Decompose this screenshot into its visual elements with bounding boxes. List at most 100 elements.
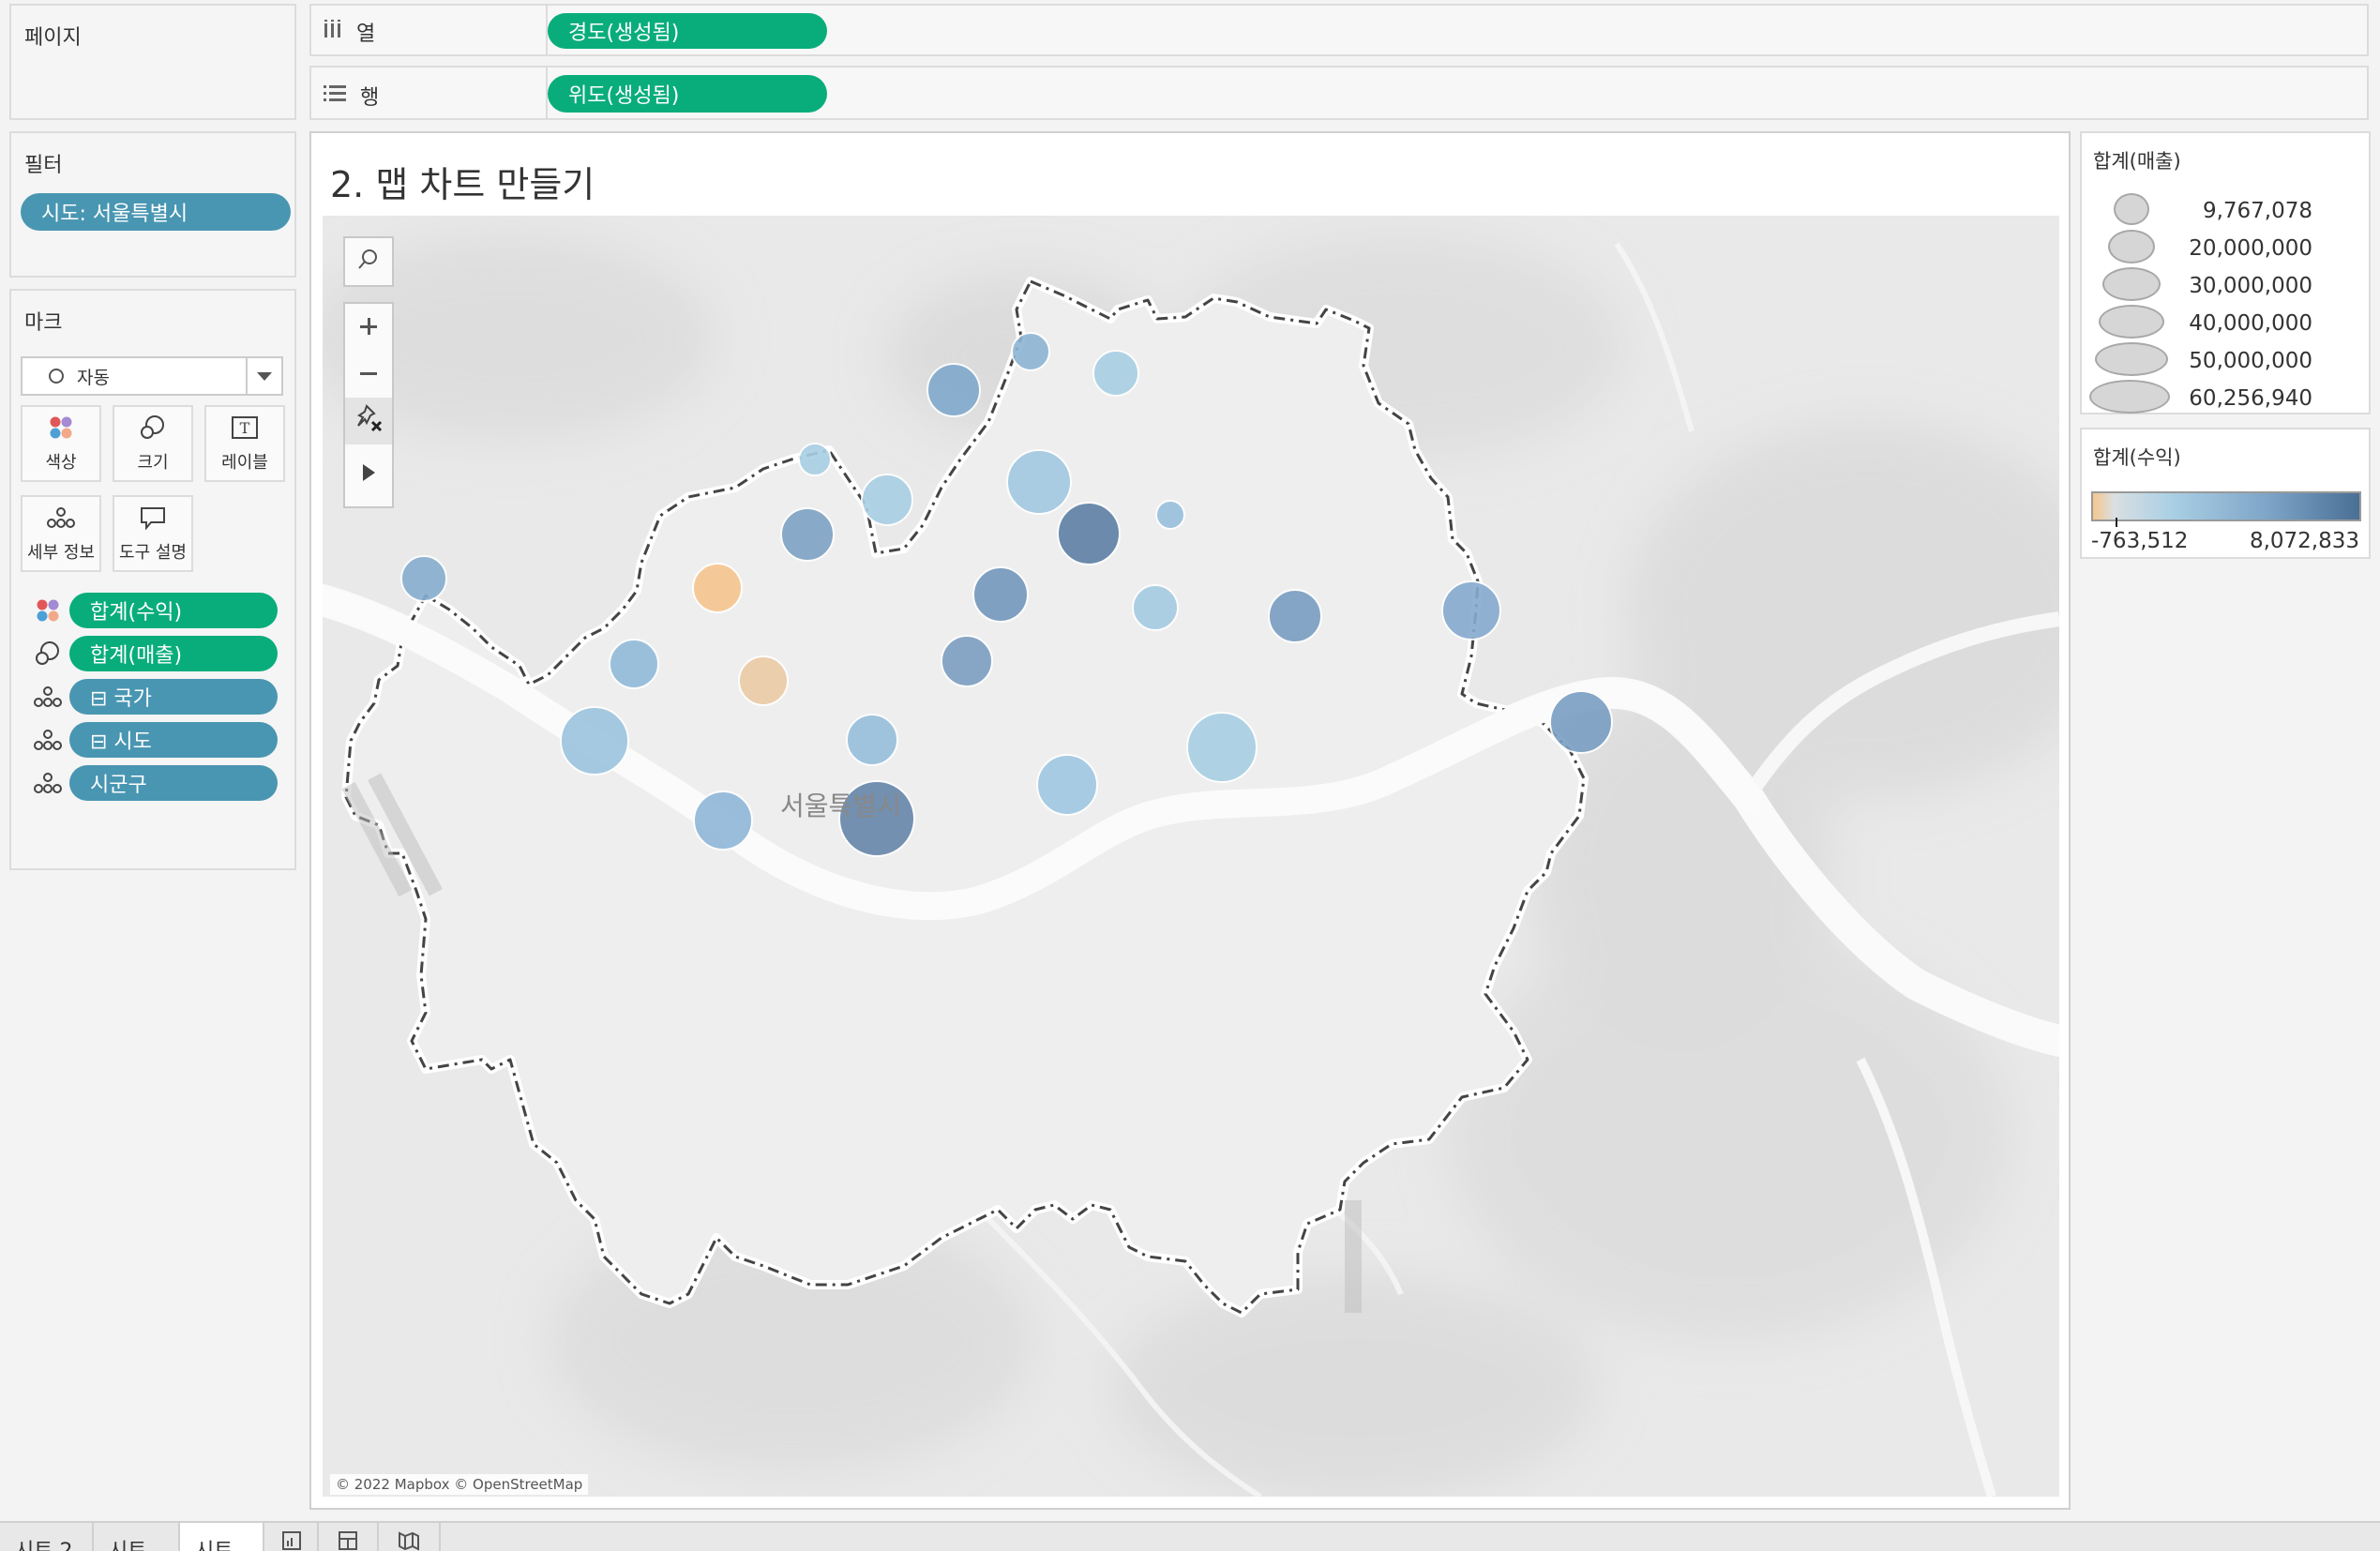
map-canvas[interactable]: 서울특별시 © 2022 Mapbox © OpenStreetMap — [323, 216, 2059, 1497]
label-button[interactable]: T 레이블 — [204, 405, 285, 482]
map-graphic[interactable] — [323, 216, 2059, 1497]
size-circle-icon — [2089, 380, 2170, 414]
detail-button[interactable]: 세부 정보 — [21, 495, 101, 572]
worksheet-view: 2. 맵 차트 만들기 서울특별시 © 2022 Mapbox © OpenSt… — [309, 131, 2071, 1510]
size-circle-icon — [2114, 193, 2149, 225]
field-pill-profit[interactable]: 합계(수익) — [69, 593, 278, 628]
new-dashboard-icon — [338, 1531, 358, 1551]
search-icon — [356, 246, 381, 279]
size-icon — [32, 640, 64, 668]
new-dashboard-tab[interactable] — [319, 1523, 379, 1551]
dropdown-divider — [246, 358, 248, 394]
color-legend-title: 합계(수익) — [2093, 446, 2181, 469]
color-button[interactable]: 색상 — [21, 405, 101, 482]
detail-icon — [45, 504, 77, 532]
size-button-label: 크기 — [137, 453, 169, 473]
rows-shelf[interactable]: 행 위도(생성됨) — [309, 66, 2369, 120]
color-icon — [32, 596, 64, 625]
minus-icon — [358, 358, 379, 391]
tooltip-button[interactable]: 도구 설명 — [113, 495, 193, 572]
columns-shelf-label: 열 — [323, 17, 375, 47]
svg-text:T: T — [240, 419, 250, 437]
mark-type-value: 자동 — [77, 367, 110, 388]
marks-title: 마크 — [24, 311, 63, 335]
detail-icon — [32, 683, 64, 711]
detail-icon — [32, 726, 64, 754]
tab-sheet-2[interactable]: 시트 2 — [0, 1523, 94, 1551]
size-legend-item: 40,000,000 — [2087, 304, 2312, 339]
size-legend-value: 30,000,000 — [2189, 274, 2312, 298]
size-legend-value: 50,000,000 — [2189, 349, 2312, 373]
plus-icon — [358, 311, 379, 344]
tab-sheet-4[interactable]: 시트 4 — [180, 1523, 264, 1551]
chevron-down-icon — [257, 372, 272, 381]
map-search-button[interactable] — [343, 236, 394, 287]
longitude-pill[interactable]: 경도(생성됨) — [548, 13, 827, 49]
zoom-out-button[interactable] — [345, 351, 392, 398]
size-circle-icon — [2099, 305, 2164, 339]
tooltip-button-label: 도구 설명 — [119, 543, 187, 563]
columns-label: 열 — [356, 23, 376, 46]
size-legend-value: 20,000,000 — [2189, 236, 2312, 261]
color-legend-max: 8,072,833 — [2249, 529, 2359, 553]
zoom-in-button[interactable] — [345, 304, 392, 351]
size-legend-item: 9,767,078 — [2087, 191, 2312, 227]
field-pill-sido[interactable]: ⊟ 시도 — [69, 722, 278, 758]
expand-toolbar-button[interactable] — [345, 444, 392, 501]
map-region-label: 서울특별시 — [780, 791, 901, 821]
unpin-map-button[interactable] — [345, 398, 392, 444]
view-title: 2. 맵 차트 만들기 — [330, 164, 595, 205]
rows-label: 행 — [360, 86, 380, 110]
field-pill-country[interactable]: ⊟ 국가 — [69, 679, 278, 715]
size-legend-item: 50,000,000 — [2087, 341, 2312, 377]
columns-shelf[interactable]: 열 경도(생성됨) — [309, 4, 2369, 56]
size-circle-icon — [2108, 230, 2155, 264]
detail-button-label: 세부 정보 — [27, 543, 95, 563]
latitude-pill[interactable]: 위도(생성됨) — [548, 75, 827, 113]
play-arrow-icon — [362, 464, 375, 481]
detail-icon — [32, 769, 64, 797]
size-legend-value: 9,767,078 — [2202, 199, 2312, 223]
size-legend-title: 합계(매출) — [2093, 150, 2181, 173]
filters-panel: 필터 시도: 서울특별시 — [9, 131, 296, 278]
pages-panel: 페이지 — [9, 4, 296, 120]
new-worksheet-tab[interactable] — [264, 1523, 319, 1551]
color-icon — [45, 414, 77, 442]
label-button-label: 레이블 — [221, 453, 268, 473]
zero-marker — [2116, 518, 2117, 527]
columns-icon — [323, 19, 343, 45]
size-circle-icon — [2095, 342, 2168, 376]
unpin-icon — [354, 402, 384, 440]
tab-sheet-3[interactable]: 시트 3 — [94, 1523, 180, 1551]
size-button[interactable]: 크기 — [113, 405, 193, 482]
field-pill-sigungu[interactable]: 시군구 — [69, 765, 278, 801]
rows-icon — [323, 83, 347, 109]
circle-mark-icon — [49, 369, 64, 384]
rows-shelf-label: 행 — [323, 81, 379, 111]
color-legend-min: -763,512 — [2091, 529, 2189, 553]
new-worksheet-icon — [281, 1531, 302, 1551]
filter-pill-sido[interactable]: 시도: 서울특별시 — [21, 193, 291, 231]
color-gradient-bar[interactable] — [2091, 491, 2361, 527]
size-legend-item: 60,256,940 — [2087, 379, 2312, 414]
new-story-tab[interactable] — [379, 1523, 441, 1551]
map-toolbar — [343, 302, 394, 508]
filters-title: 필터 — [24, 154, 63, 177]
size-legend-value: 60,256,940 — [2189, 386, 2312, 411]
text-label-icon: T — [229, 414, 261, 442]
map-attribution[interactable]: © 2022 Mapbox © OpenStreetMap — [330, 1474, 589, 1495]
tooltip-icon — [137, 504, 169, 532]
field-pill-sales[interactable]: 합계(매출) — [69, 636, 278, 671]
size-legend-item: 30,000,000 — [2087, 266, 2312, 302]
size-legend-item: 20,000,000 — [2087, 229, 2312, 264]
color-button-label: 색상 — [45, 453, 77, 473]
size-icon — [137, 414, 169, 442]
mark-type-dropdown[interactable]: 자동 — [21, 356, 283, 396]
size-legend: 합계(매출) 9,767,078 20,000,000 30,000,000 4… — [2080, 131, 2371, 414]
size-legend-value: 40,000,000 — [2189, 311, 2312, 336]
color-legend: 합계(수익) -763,512 8,072,833 — [2080, 428, 2371, 559]
size-circle-icon — [2102, 267, 2161, 301]
sheet-tab-bar: 시트 2 시트 3 시트 4 — [0, 1521, 2380, 1551]
new-story-icon — [398, 1531, 420, 1551]
pages-title: 페이지 — [24, 26, 82, 50]
